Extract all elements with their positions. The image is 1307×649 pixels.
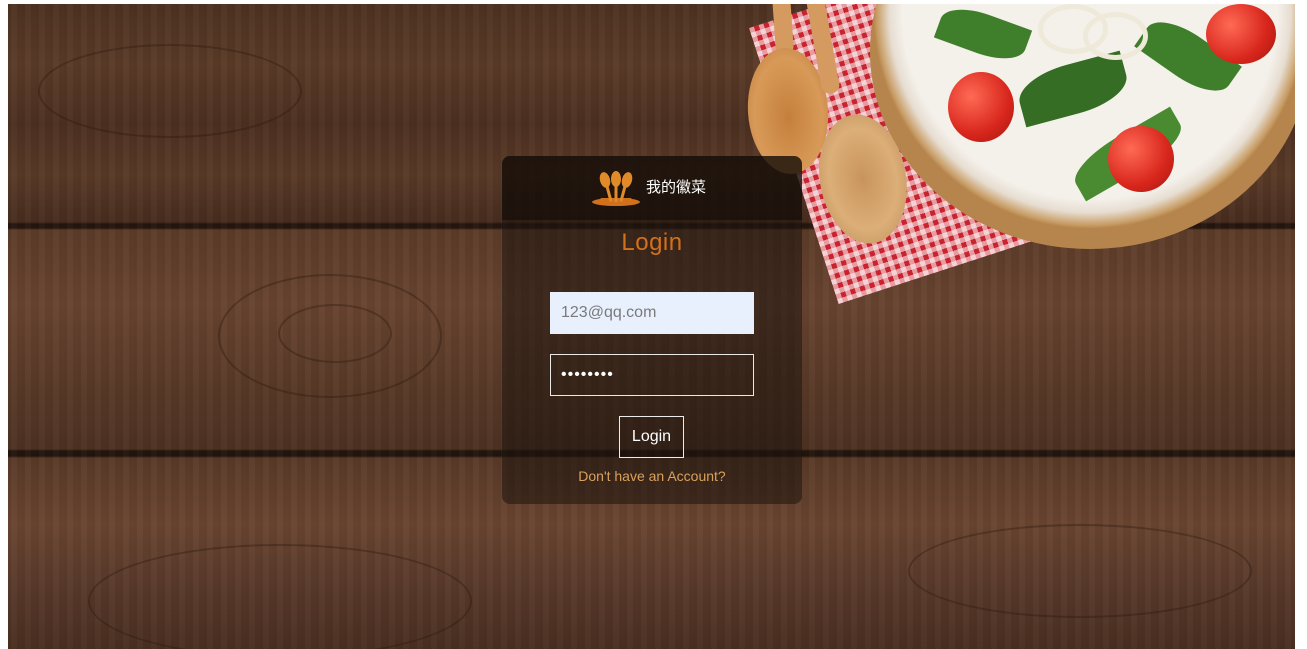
cherry-tomato (1206, 4, 1276, 64)
wood-grain (38, 44, 302, 138)
onion-ring (1083, 12, 1148, 60)
wood-grain (908, 524, 1252, 618)
signup-link[interactable]: Don't have an Account? (502, 468, 802, 484)
email-input[interactable] (550, 292, 754, 334)
wood-knot (278, 304, 392, 363)
card-header: 我的徽菜 (502, 156, 802, 220)
login-button[interactable]: Login (619, 416, 684, 458)
brand-name: 我的徽菜 (646, 178, 707, 196)
cherry-tomato (1108, 126, 1174, 192)
login-title: Login (621, 229, 683, 256)
cherry-tomato (948, 72, 1014, 142)
spoon-handle (771, 4, 795, 55)
wood-grain (88, 544, 472, 649)
login-card: 我的徽菜 Login Login Don't have an Account? (502, 156, 802, 504)
password-input[interactable] (550, 354, 754, 396)
spoons-logo-icon (592, 171, 640, 206)
